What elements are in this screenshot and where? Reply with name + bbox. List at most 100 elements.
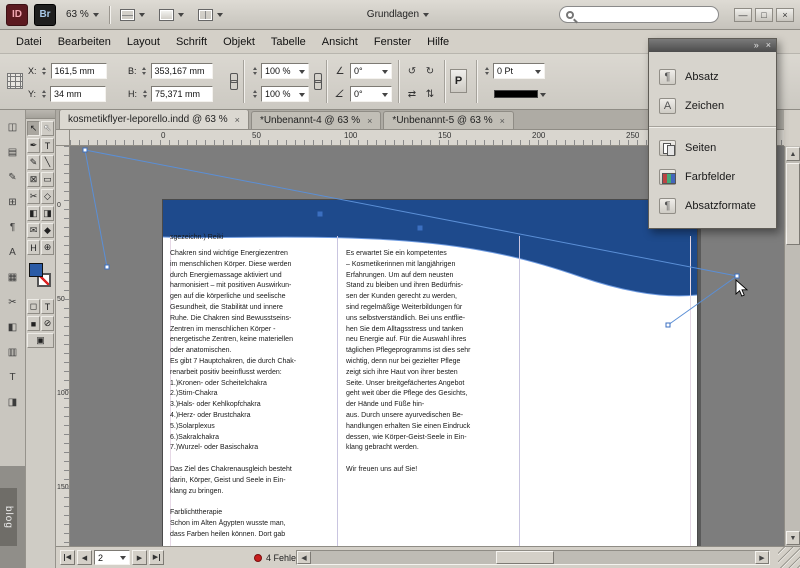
type-tool[interactable]: T: [41, 138, 54, 153]
arrange-documents-button[interactable]: [194, 7, 227, 23]
vertical-scrollbar[interactable]: ▲ ▼: [784, 146, 800, 546]
search-input[interactable]: [579, 8, 715, 21]
stroke-weight-stepper[interactable]: [482, 63, 491, 79]
pencil-tool[interactable]: ✎: [27, 155, 40, 170]
constrain-dimensions-link-icon[interactable]: [228, 73, 238, 91]
scale-x-stepper[interactable]: [250, 63, 259, 79]
flip-vertical-button[interactable]: ⇅: [422, 86, 438, 102]
rectangle-tool[interactable]: ▭: [41, 172, 54, 187]
scale-y-stepper[interactable]: [250, 86, 259, 102]
horizontal-scroll-thumb[interactable]: [496, 551, 554, 564]
hand-tool[interactable]: H: [27, 240, 40, 255]
restore-button[interactable]: □: [755, 8, 773, 22]
scroll-down-button[interactable]: ▼: [786, 531, 800, 545]
scroll-left-button[interactable]: ◀: [297, 551, 311, 564]
zoom-tool[interactable]: ⊕: [41, 240, 54, 255]
scale-y-field[interactable]: 100 %: [261, 86, 309, 102]
panel-item-farbfelder[interactable]: Farbfelder: [649, 162, 776, 191]
page-number-field[interactable]: 2: [94, 550, 130, 565]
text-frame-column-1[interactable]: Chakren sind wichtige Energiezentren im …: [170, 249, 338, 541]
rotate-cw-button[interactable]: ↻: [422, 63, 438, 79]
tab-close-icon[interactable]: ×: [367, 116, 372, 126]
stroke-weight-field[interactable]: 0 Pt: [493, 63, 545, 79]
shear-angle-field[interactable]: 0°: [350, 86, 392, 102]
frame-tool[interactable]: ⊠: [27, 172, 40, 187]
document-page[interactable]: sgezeichn.) Reiki Chakren sind wichtige …: [163, 200, 697, 546]
menu-hilfe[interactable]: Hilfe: [419, 32, 457, 52]
tab-close-icon[interactable]: ×: [235, 115, 240, 125]
dock-panel-icon[interactable]: ✎: [3, 170, 23, 185]
dock-panel-icon[interactable]: ◫: [3, 120, 23, 135]
vertical-scroll-thumb[interactable]: [786, 163, 800, 245]
note-tool[interactable]: ✉: [27, 223, 40, 238]
menu-objekt[interactable]: Objekt: [215, 32, 263, 52]
gradient-feather-tool[interactable]: ◨: [41, 206, 54, 221]
last-page-button[interactable]: ▶: [149, 550, 164, 565]
expand-panels-icon[interactable]: »: [754, 40, 759, 51]
x-field[interactable]: 161,5 mm: [51, 63, 107, 79]
close-icon[interactable]: ×: [766, 40, 771, 51]
formatting-affects-text-button[interactable]: T: [41, 299, 54, 314]
select-container-button[interactable]: P: [450, 69, 467, 93]
dock-panel-icon[interactable]: ⊞: [3, 195, 23, 210]
panel-item-zeichen[interactable]: A Zeichen: [649, 91, 776, 120]
apply-color-button[interactable]: ■: [27, 316, 40, 331]
width-field[interactable]: 353,167 mm: [151, 63, 213, 79]
scroll-right-button[interactable]: ▶: [755, 551, 769, 564]
bridge-button[interactable]: Br: [34, 4, 56, 26]
dock-panel-icon[interactable]: ◨: [3, 395, 23, 410]
tab-close-icon[interactable]: ×: [500, 116, 505, 126]
menu-fenster[interactable]: Fenster: [366, 32, 419, 52]
formatting-affects-container-button[interactable]: ◻: [27, 299, 40, 314]
document-tab-unbenannt-4[interactable]: *Unbenannt-4 @ 63 % ×: [251, 111, 381, 129]
next-page-button[interactable]: ▶: [132, 550, 147, 565]
first-page-button[interactable]: ◀: [60, 550, 75, 565]
indesign-logo[interactable]: ID: [6, 4, 28, 26]
tools-panel-header[interactable]: [26, 110, 55, 119]
dock-panel-icon[interactable]: ▤: [3, 145, 23, 160]
dock-panel-icon[interactable]: T: [3, 370, 23, 385]
ruler-origin-box[interactable]: [56, 130, 70, 146]
y-field[interactable]: 34 mm: [50, 86, 106, 102]
minimize-button[interactable]: —: [734, 8, 752, 22]
screen-mode-button[interactable]: [155, 7, 188, 23]
previous-page-button[interactable]: ◀: [77, 550, 92, 565]
panel-item-seiten[interactable]: Seiten: [649, 133, 776, 162]
width-stepper[interactable]: [140, 63, 149, 79]
panel-item-absatzformate[interactable]: ¶ Absatzformate: [649, 191, 776, 220]
scissors-tool[interactable]: ✂: [27, 189, 40, 204]
gradient-tool[interactable]: ◧: [27, 206, 40, 221]
free-transform-tool[interactable]: ◇: [41, 189, 54, 204]
x-stepper[interactable]: [40, 63, 49, 79]
height-stepper[interactable]: [140, 86, 149, 102]
height-field[interactable]: 75,371 mm: [151, 86, 213, 102]
dock-panel-icon[interactable]: ▦: [3, 270, 23, 285]
close-button[interactable]: ×: [776, 8, 794, 22]
vertical-ruler[interactable]: 0 50 100 150: [56, 146, 70, 546]
scale-x-field[interactable]: 100 %: [261, 63, 309, 79]
selection-tool[interactable]: ↖: [27, 121, 40, 136]
dock-panel-icon[interactable]: ¶: [3, 220, 23, 235]
dock-panel-icon[interactable]: ◧: [3, 320, 23, 335]
menu-schrift[interactable]: Schrift: [168, 32, 215, 52]
y-stepper[interactable]: [39, 86, 48, 102]
direct-selection-tool[interactable]: ↖: [41, 121, 54, 136]
constrain-scale-link-icon[interactable]: [312, 73, 322, 91]
pen-tool[interactable]: ✒: [27, 138, 40, 153]
workspace-switcher[interactable]: Grundlagen: [363, 7, 433, 22]
text-frame-column-2[interactable]: Es erwartet Sie ein kompetentes – Kosmet…: [346, 249, 512, 476]
reference-point-proxy[interactable]: [7, 73, 23, 89]
line-tool[interactable]: ╲: [41, 155, 54, 170]
stroke-style-preview[interactable]: [494, 90, 538, 98]
document-tab-unbenannt-5[interactable]: *Unbenannt-5 @ 63 % ×: [383, 111, 513, 129]
dock-panel-icon[interactable]: ▥: [3, 345, 23, 360]
dock-panel-icon[interactable]: ✂: [3, 295, 23, 310]
text-frame-fragment[interactable]: sgezeichn.) Reiki: [170, 233, 338, 244]
window-resize-grip[interactable]: [778, 547, 800, 568]
eyedropper-tool[interactable]: ◆: [41, 223, 54, 238]
scroll-up-button[interactable]: ▲: [786, 147, 800, 161]
view-mode-button[interactable]: ▣: [27, 333, 54, 348]
view-options-button[interactable]: [116, 7, 149, 23]
document-tab-kosmetikflyer[interactable]: kosmetikflyer-leporello.indd @ 63 % ×: [59, 109, 249, 129]
panel-dock-header[interactable]: » ×: [649, 39, 776, 52]
